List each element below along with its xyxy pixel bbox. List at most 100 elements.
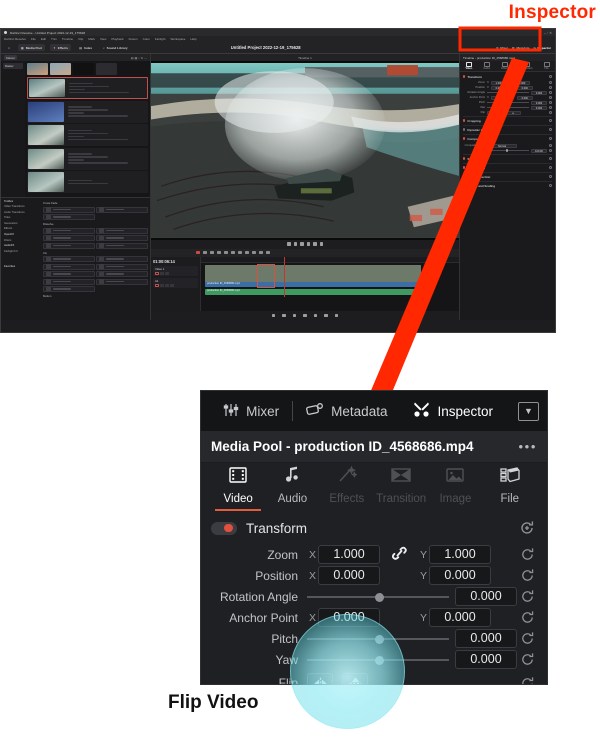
color-page-icon[interactable] bbox=[313, 313, 318, 318]
timeline-video-clip[interactable]: production ID_4568686.mp4 bbox=[205, 264, 421, 287]
cut-page-icon[interactable] bbox=[282, 313, 286, 318]
clip-thumbnail[interactable] bbox=[28, 125, 64, 145]
step-forward-icon[interactable] bbox=[313, 242, 317, 246]
menu-item[interactable]: Help bbox=[190, 37, 196, 41]
insert-tool-icon[interactable] bbox=[217, 250, 221, 255]
tab-file[interactable]: File bbox=[485, 466, 535, 511]
effects-tree-item[interactable]: Effects bbox=[4, 227, 39, 230]
effect-item[interactable] bbox=[43, 286, 95, 292]
effect-item[interactable] bbox=[43, 235, 95, 241]
reset-icon[interactable] bbox=[549, 81, 552, 84]
reset-icon[interactable] bbox=[549, 106, 552, 109]
play-icon[interactable] bbox=[306, 242, 310, 246]
master-bin-tab[interactable]: Master bbox=[4, 55, 18, 60]
sound-library-button[interactable]: ♪ Sound Library bbox=[100, 44, 131, 51]
flag-icon[interactable] bbox=[238, 250, 242, 255]
flip-horizontal-icon[interactable]: ▮▮ bbox=[487, 110, 503, 115]
media-pool-row[interactable] bbox=[27, 124, 148, 146]
index-button[interactable]: ▤ Index bbox=[76, 44, 95, 51]
pitch-slider[interactable] bbox=[307, 629, 449, 648]
mixer-toggle[interactable]: ▥ Mixer bbox=[496, 46, 508, 50]
smart-bin-thumb[interactable] bbox=[27, 63, 48, 75]
effects-tree-item[interactable]: Toolbox bbox=[4, 200, 39, 203]
window-controls[interactable]: ‒ ▫ ✕ bbox=[544, 31, 552, 35]
reset-icon[interactable] bbox=[549, 75, 552, 78]
metadata-toggle[interactable]: ◧ Metadata bbox=[512, 46, 529, 50]
timeline-audio-clip[interactable]: production ID_4568686.mp4 bbox=[205, 288, 421, 295]
media-pool-row[interactable] bbox=[27, 171, 148, 193]
zoom-y-field[interactable]: 1.000 bbox=[514, 80, 531, 85]
yaw-slider[interactable] bbox=[307, 650, 449, 669]
zoom-y-field[interactable]: 1.000 bbox=[429, 545, 491, 564]
anchor-y-field[interactable]: 0.000 bbox=[516, 95, 533, 100]
reset-icon[interactable] bbox=[549, 137, 552, 140]
section-header-transform[interactable]: Transform bbox=[463, 74, 552, 80]
smart-bin-thumb[interactable] bbox=[96, 63, 117, 75]
timeline-tracks[interactable]: production ID_4568686.mp4 production ID_… bbox=[201, 256, 459, 311]
section-stabilization[interactable]: Stabilization bbox=[463, 162, 552, 172]
effect-item[interactable] bbox=[96, 278, 148, 285]
trim-tool-icon[interactable] bbox=[203, 250, 207, 255]
step-back-icon[interactable] bbox=[293, 242, 297, 246]
reset-icon[interactable] bbox=[549, 91, 552, 94]
effect-item[interactable] bbox=[43, 256, 95, 262]
anchor-y-field[interactable]: 0.000 bbox=[429, 608, 491, 627]
fairlight-page-icon[interactable] bbox=[324, 313, 328, 318]
reset-pitch-icon[interactable] bbox=[517, 631, 537, 646]
position-y-field[interactable]: 0.000 bbox=[429, 566, 491, 585]
bin-list[interactable]: Master bbox=[1, 61, 25, 197]
zoom-in-icon[interactable] bbox=[266, 250, 270, 255]
section-lens-correction[interactable]: Lens Correction bbox=[463, 171, 552, 181]
opacity-slider[interactable] bbox=[487, 149, 529, 152]
blade-tool-icon[interactable] bbox=[210, 250, 214, 255]
anchor-x-field[interactable]: 0.000 bbox=[490, 95, 507, 100]
menu-item[interactable]: Mark bbox=[88, 37, 95, 41]
section-retime-scaling[interactable]: Retime and Scaling bbox=[463, 180, 552, 190]
clip-thumbnail[interactable] bbox=[28, 101, 64, 122]
smart-bin-thumb[interactable] bbox=[73, 63, 94, 75]
jump-start-icon[interactable] bbox=[287, 242, 291, 246]
tab-transition[interactable]: Transition bbox=[376, 466, 426, 511]
timeline-ruler[interactable] bbox=[201, 256, 459, 263]
effects-tree-item[interactable]: Titles bbox=[4, 216, 39, 219]
rotation-field[interactable]: 0.000 bbox=[455, 587, 517, 606]
effects-tree-item[interactable]: OpenFX bbox=[4, 233, 39, 236]
reset-icon[interactable] bbox=[549, 149, 552, 152]
reset-flip-icon[interactable] bbox=[517, 676, 537, 684]
position-x-field[interactable]: 0.000 bbox=[318, 566, 380, 585]
menu-item[interactable]: Color bbox=[143, 37, 150, 41]
reset-yaw-icon[interactable] bbox=[517, 652, 537, 667]
metadata-button[interactable]: Metadata bbox=[293, 402, 400, 420]
effects-tree-item[interactable]: Generators bbox=[4, 222, 39, 225]
pitch-field[interactable]: 0.000 bbox=[455, 629, 517, 648]
track-header-audio1[interactable]: A1 bbox=[153, 277, 198, 288]
playhead[interactable] bbox=[284, 256, 285, 297]
reset-icon[interactable] bbox=[549, 157, 552, 160]
reset-icon[interactable] bbox=[549, 144, 552, 147]
loop-icon[interactable] bbox=[319, 242, 323, 246]
link-icon[interactable]: 🔗 bbox=[509, 81, 512, 85]
smart-bin-thumb[interactable] bbox=[50, 63, 71, 75]
effect-item[interactable] bbox=[43, 278, 95, 285]
overflow-menu-icon[interactable]: ••• bbox=[519, 439, 537, 454]
effect-item[interactable] bbox=[43, 242, 95, 249]
menu-item[interactable]: Workspace bbox=[170, 37, 185, 41]
tab-transition-small[interactable]: Transition bbox=[521, 61, 533, 70]
reset-icon[interactable] bbox=[549, 96, 552, 99]
media-pool-row[interactable] bbox=[27, 100, 148, 123]
reset-icon[interactable] bbox=[549, 166, 552, 169]
pointer-tool-icon[interactable] bbox=[196, 250, 200, 255]
rotation-slider[interactable] bbox=[307, 587, 449, 606]
position-x-field[interactable]: 0.000 bbox=[490, 85, 507, 90]
rotation-slider[interactable] bbox=[487, 91, 529, 94]
tab-audio-small[interactable]: Audio bbox=[483, 61, 490, 70]
section-composite[interactable]: Composite bbox=[463, 133, 552, 143]
effects-tree-item[interactable]: Favorites bbox=[4, 265, 39, 268]
section-dynamic-zoom[interactable]: Dynamic Zoom bbox=[463, 124, 552, 134]
clip-thumbnail[interactable] bbox=[28, 148, 64, 169]
effects-tree-item[interactable]: Filters bbox=[4, 239, 39, 242]
tab-image[interactable]: Image bbox=[430, 466, 480, 511]
effect-item[interactable] bbox=[43, 263, 95, 270]
menu-item[interactable]: View bbox=[100, 37, 106, 41]
yaw-field[interactable]: 0.000 bbox=[531, 105, 547, 110]
